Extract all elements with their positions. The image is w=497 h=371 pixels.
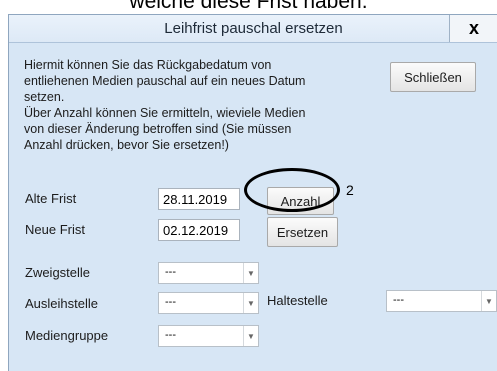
close-icon: x	[468, 18, 479, 38]
zweigstelle-label: Zweigstelle	[25, 265, 91, 280]
description-text: Hiermit können Sie das Rückgabedatum von…	[24, 58, 306, 152]
alte-frist-label: Alte Frist	[25, 191, 77, 206]
neue-frist-input[interactable]: 02.12.2019	[158, 219, 240, 241]
mediengruppe-select[interactable]: --- ▼	[158, 325, 259, 347]
dialog-titlebar: Leihfrist pauschal ersetzen x	[9, 15, 497, 43]
haltestelle-value: ---	[393, 294, 404, 306]
chevron-down-icon[interactable]: ▼	[243, 326, 258, 346]
zweigstelle-value: ---	[165, 266, 176, 278]
ausleihstelle-label: Ausleihstelle	[25, 296, 98, 311]
chevron-down-icon[interactable]: ▼	[243, 293, 258, 313]
dialog-title: Leihfrist pauschal ersetzen	[164, 20, 343, 37]
zweigstelle-select[interactable]: --- ▼	[158, 262, 259, 284]
mediengruppe-value: ---	[165, 329, 176, 341]
top-caption: welche diese Frist haben.	[129, 0, 368, 13]
haltestelle-select[interactable]: --- ▼	[386, 290, 497, 312]
schliessen-button[interactable]: Schließen	[390, 62, 476, 92]
haltestelle-label: Haltestelle	[267, 293, 328, 308]
chevron-down-icon[interactable]: ▼	[243, 263, 258, 283]
ersetzen-button[interactable]: Ersetzen	[267, 217, 338, 247]
neue-frist-label: Neue Frist	[25, 222, 85, 237]
chevron-down-icon[interactable]: ▼	[481, 291, 496, 311]
annotation-number: 2	[346, 182, 354, 198]
ausleihstelle-select[interactable]: --- ▼	[158, 292, 259, 314]
mediengruppe-label: Mediengruppe	[25, 328, 109, 343]
highlight-ellipse	[244, 168, 340, 212]
ausleihstelle-value: ---	[165, 296, 176, 308]
alte-frist-input[interactable]: 28.11.2019	[158, 188, 240, 210]
window-close-button[interactable]: x	[449, 15, 497, 42]
